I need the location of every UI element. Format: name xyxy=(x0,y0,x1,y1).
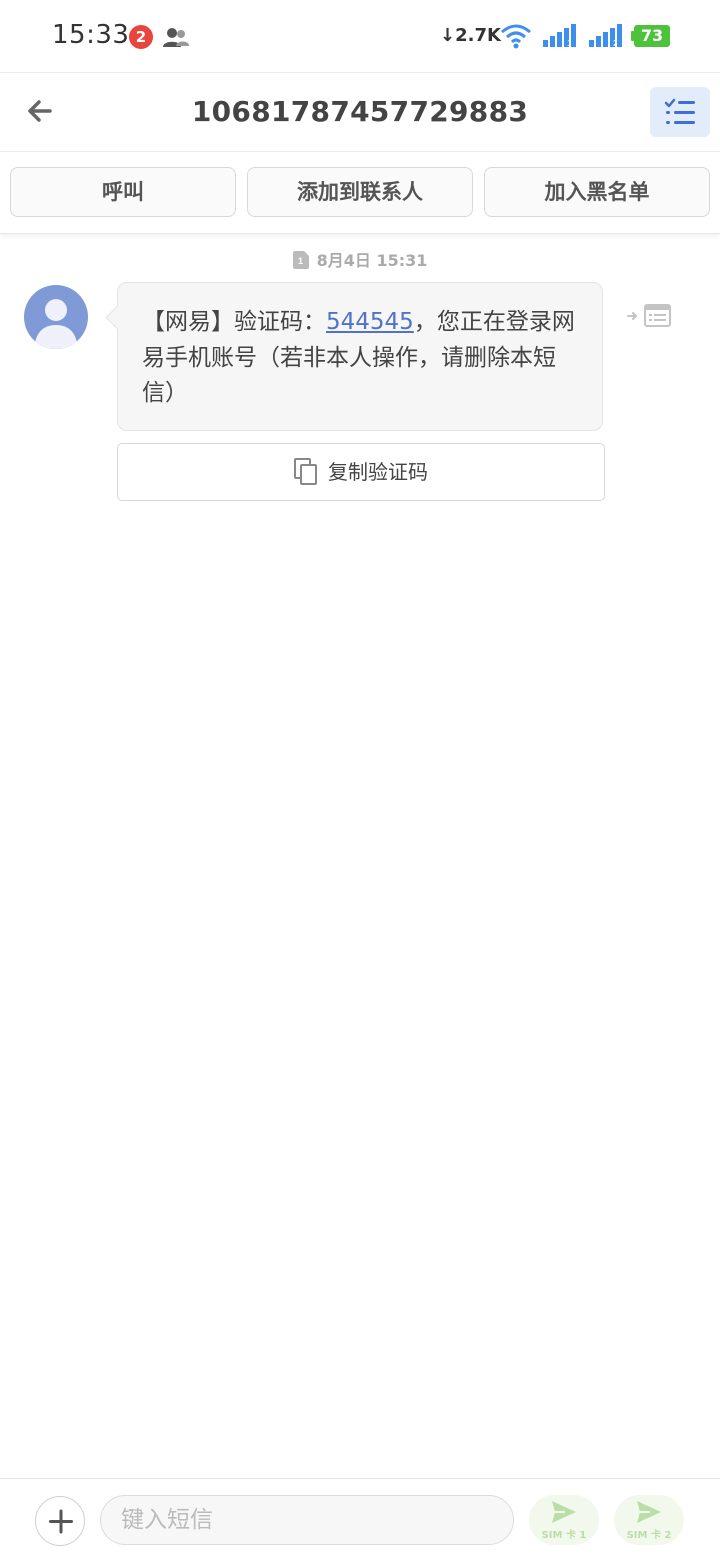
message-date-text: 8月4日 15:31 xyxy=(316,251,428,270)
send-sim1-label: SIM 卡 1 xyxy=(541,1530,587,1541)
net-speed: ↓2.7K xyxy=(440,25,501,46)
svg-text:2: 2 xyxy=(613,39,618,48)
copy-icon xyxy=(294,458,317,485)
send-sim1-button[interactable]: SIM 卡 1 xyxy=(529,1495,599,1545)
download-arrow-icon: ↓ xyxy=(440,25,456,46)
call-button[interactable]: 呼叫 xyxy=(10,167,236,217)
message-date: 1 8月4日 15:31 xyxy=(0,247,720,271)
blacklist-button[interactable]: 加入黑名单 xyxy=(484,167,710,217)
plus-icon xyxy=(49,1509,73,1534)
verification-code-link[interactable]: 544545 xyxy=(326,309,414,335)
checklist-icon xyxy=(664,98,695,124)
svg-text:1: 1 xyxy=(298,256,303,266)
conversation-header: 10681787457729883 xyxy=(0,72,720,152)
person-icon xyxy=(34,299,78,349)
message-details-icon[interactable] xyxy=(626,303,672,329)
copy-code-label: 复制验证码 xyxy=(328,460,428,484)
status-time: 15:33 xyxy=(52,20,130,50)
message-bubble[interactable]: 【网易】验证码：544545，您正在登录网易手机账号（若非本人操作，请删除本短信… xyxy=(117,282,603,431)
contacts-icon xyxy=(163,28,189,47)
message-text-prefix: 【网易】验证码： xyxy=(142,309,326,335)
action-bar: 呼叫 添加到联系人 加入黑名单 xyxy=(0,152,720,234)
copy-code-button[interactable]: 复制验证码 xyxy=(117,443,605,501)
sender-number: 10681787457729883 xyxy=(191,95,529,128)
signal-sim1-icon: 1 xyxy=(543,24,576,48)
svg-text:1: 1 xyxy=(567,39,572,48)
status-bar: 15:33 2 ↓2.7K 1 2 73 xyxy=(0,0,720,72)
send-icon xyxy=(637,1501,661,1523)
signal-sim2-icon: 2 xyxy=(589,24,622,48)
sender-avatar[interactable] xyxy=(24,285,88,349)
batch-select-button[interactable] xyxy=(650,87,710,137)
send-sim2-button[interactable]: SIM 卡 2 xyxy=(614,1495,684,1545)
notification-badge: 2 xyxy=(129,25,153,49)
compose-bar: SIM 卡 1 SIM 卡 2 xyxy=(0,1478,720,1560)
send-icon xyxy=(552,1501,576,1523)
net-speed-value: 2.7K xyxy=(455,25,501,46)
wifi-icon xyxy=(501,24,531,49)
message-input[interactable] xyxy=(100,1495,514,1545)
add-contact-button[interactable]: 添加到联系人 xyxy=(247,167,473,217)
send-sim2-label: SIM 卡 2 xyxy=(626,1530,672,1541)
attach-button[interactable] xyxy=(35,1496,85,1546)
battery-indicator: 73 xyxy=(631,25,670,47)
sim-card-icon: 1 xyxy=(292,251,309,269)
